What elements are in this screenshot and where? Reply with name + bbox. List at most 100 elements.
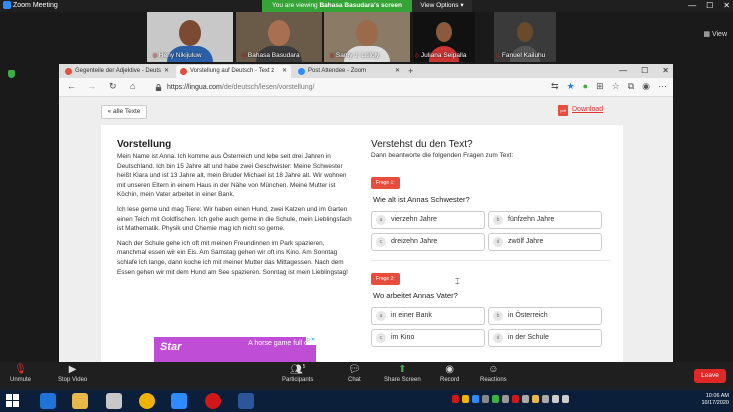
text-paragraph: Ich lese gerne und mag Tiere: Wir haben … bbox=[117, 205, 352, 233]
answer-option[interactable]: a vierzehn Jahre bbox=[371, 211, 485, 229]
divider bbox=[371, 260, 611, 261]
favorites-icon[interactable]: ☆ bbox=[612, 81, 620, 92]
tab-post-attendee[interactable]: Post Attendee - Zoom ✕ bbox=[294, 65, 404, 78]
question-text: Wo arbeitet Annas Vater? bbox=[373, 291, 458, 300]
page-content: « alle Texte pdf Download Vorstellung Me… bbox=[59, 97, 673, 362]
mouse-cursor-icon: ⌶ bbox=[455, 277, 460, 286]
tray-icon[interactable] bbox=[512, 395, 519, 403]
volume-icon[interactable] bbox=[562, 395, 569, 403]
browser-window-controls: — ☐ ✕ bbox=[619, 64, 669, 78]
app-icon[interactable] bbox=[106, 393, 122, 409]
tray-icon[interactable] bbox=[452, 395, 459, 403]
opera-icon[interactable] bbox=[205, 393, 221, 409]
option-label: vierzehn Jahre bbox=[391, 216, 437, 223]
muted-mic-icon: ⦸ bbox=[153, 53, 157, 59]
answer-option[interactable]: c dreizehn Jahre bbox=[371, 233, 485, 251]
favorite-star-icon[interactable]: ★ bbox=[567, 81, 575, 92]
reactions-button[interactable]: ☺ Reactions bbox=[480, 364, 507, 383]
extension-icon[interactable]: ⊞ bbox=[596, 81, 604, 92]
network-icon[interactable] bbox=[552, 395, 559, 403]
ad-close-icon[interactable]: ▷✕ bbox=[306, 337, 316, 345]
back-icon[interactable]: ← bbox=[67, 81, 76, 91]
question-block: Frage 1: Wie alt ist Annas Schwester? av… bbox=[371, 171, 611, 251]
tray-icon[interactable] bbox=[482, 395, 489, 403]
lock-icon bbox=[155, 84, 162, 91]
view-options-button[interactable]: View Options ▾ bbox=[412, 0, 472, 12]
chat-label: Chat bbox=[348, 377, 361, 383]
leave-button[interactable]: Leave bbox=[694, 369, 726, 383]
back-to-texts-button[interactable]: « alle Texte bbox=[101, 105, 147, 119]
minimize-icon[interactable]: — bbox=[688, 0, 696, 12]
close-icon[interactable]: ✕ bbox=[723, 0, 730, 12]
close-tab-icon[interactable]: ✕ bbox=[282, 65, 287, 78]
security-shield-icon[interactable] bbox=[8, 70, 15, 78]
tray-icon[interactable] bbox=[522, 395, 529, 403]
participant-name: Juliana Seipalla bbox=[420, 52, 467, 59]
profile-icon[interactable]: ◉ bbox=[642, 81, 650, 92]
tray-icon[interactable] bbox=[492, 395, 499, 403]
grammarly-icon[interactable]: ● bbox=[583, 81, 588, 92]
answer-options: a in einer Bank b in Österreich c im Kino d… bbox=[371, 307, 611, 347]
option-label: in der Schule bbox=[508, 334, 549, 341]
participant-thumb[interactable]: ⦸ Samy J. Litiloly bbox=[324, 12, 410, 62]
participants-button[interactable]: 👥︎5 Participants bbox=[282, 364, 313, 383]
answer-option[interactable]: b in Österreich bbox=[488, 307, 602, 325]
answer-option[interactable]: d in der Schule bbox=[488, 329, 602, 347]
share-screen-button[interactable]: ⬆ Share Screen bbox=[384, 364, 421, 383]
screen: Zoom Meeting You are viewing Bahasa Basu… bbox=[0, 0, 733, 412]
maximize-icon[interactable]: ☐ bbox=[706, 0, 713, 12]
participant-thumb[interactable]: ⦸ Heny Nikijuluw bbox=[147, 12, 233, 62]
unmute-button[interactable]: 🎙︎ Unmute bbox=[10, 364, 31, 383]
maximize-icon[interactable]: ☐ bbox=[641, 64, 648, 78]
url-field[interactable]: https://lingua.com/de/deutsch/lesen/vors… bbox=[153, 81, 533, 94]
lingua-favicon-icon bbox=[180, 68, 187, 75]
participant-thumb[interactable]: ⦸ Bahasa Basudara bbox=[236, 12, 322, 62]
participants-icon: 👥︎5 bbox=[289, 364, 306, 376]
reload-icon[interactable]: ↻ bbox=[109, 81, 117, 92]
unmute-label: Unmute bbox=[10, 377, 32, 383]
participant-thumb[interactable]: ⦸ Juliana Seipalla bbox=[413, 12, 475, 62]
taskbar-clock[interactable]: 10:06 AM 10/17/2020 bbox=[701, 393, 729, 407]
minimize-icon[interactable]: — bbox=[619, 64, 627, 78]
chat-button[interactable]: 💬︎ Chat bbox=[348, 364, 361, 383]
file-explorer-icon[interactable] bbox=[72, 393, 88, 409]
download-link[interactable]: pdf Download bbox=[558, 105, 603, 116]
record-icon: ◉ bbox=[445, 364, 455, 375]
answer-option[interactable]: a in einer Bank bbox=[371, 307, 485, 325]
tab-label: Gegenteile der Adjektive - Deuts bbox=[75, 68, 162, 74]
tray-icon[interactable] bbox=[502, 395, 509, 403]
close-icon[interactable]: ✕ bbox=[662, 64, 669, 78]
tray-icon[interactable] bbox=[542, 395, 549, 403]
word-icon[interactable] bbox=[238, 393, 254, 409]
new-tab-icon[interactable]: + bbox=[408, 64, 413, 78]
answer-options: a vierzehn Jahre b fünfzehn Jahre c dreizeh… bbox=[371, 211, 611, 251]
option-label: dreizehn Jahre bbox=[391, 238, 438, 245]
windows-start-icon[interactable] bbox=[6, 394, 19, 407]
zoom-taskbar-icon[interactable] bbox=[171, 393, 187, 409]
share-screen-icon: ⬆ bbox=[398, 364, 407, 375]
internet-explorer-icon[interactable] bbox=[40, 393, 56, 409]
tray-icon[interactable] bbox=[472, 395, 479, 403]
advertisement[interactable]: Star A horse game full of ▷✕ bbox=[154, 337, 316, 362]
close-tab-icon[interactable]: ✕ bbox=[164, 65, 169, 78]
option-letter: d bbox=[493, 237, 503, 247]
stop-video-button[interactable]: ▶ Stop Video bbox=[58, 364, 87, 383]
record-button[interactable]: ◉ Record bbox=[440, 364, 459, 383]
collections-icon[interactable]: ⧉ bbox=[628, 81, 634, 92]
tray-icon[interactable] bbox=[462, 395, 469, 403]
tray-icon[interactable] bbox=[532, 395, 539, 403]
home-icon[interactable]: ⌂ bbox=[130, 81, 135, 91]
answer-option[interactable]: b fünfzehn Jahre bbox=[488, 211, 602, 229]
participant-thumb[interactable]: ⦸ Fanuel Kailuhu bbox=[494, 12, 556, 62]
answer-option[interactable]: d zwölf Jahre bbox=[488, 233, 602, 251]
tab-label: Vorstellung auf Deutsch - Text z bbox=[190, 68, 275, 74]
answer-option[interactable]: c im Kino bbox=[371, 329, 485, 347]
close-tab-icon[interactable]: ✕ bbox=[395, 65, 400, 78]
more-icon[interactable]: ⋯ bbox=[658, 81, 667, 92]
translate-icon[interactable]: ⇆ bbox=[551, 81, 559, 92]
view-button[interactable]: ▦ View bbox=[703, 30, 727, 38]
forward-icon[interactable]: → bbox=[87, 81, 96, 91]
chrome-icon[interactable] bbox=[139, 393, 155, 409]
tab-gegenteile[interactable]: Gegenteile der Adjektive - Deuts ✕ bbox=[61, 65, 173, 78]
tab-vorstellung[interactable]: Vorstellung auf Deutsch - Text z ✕ bbox=[176, 65, 291, 78]
